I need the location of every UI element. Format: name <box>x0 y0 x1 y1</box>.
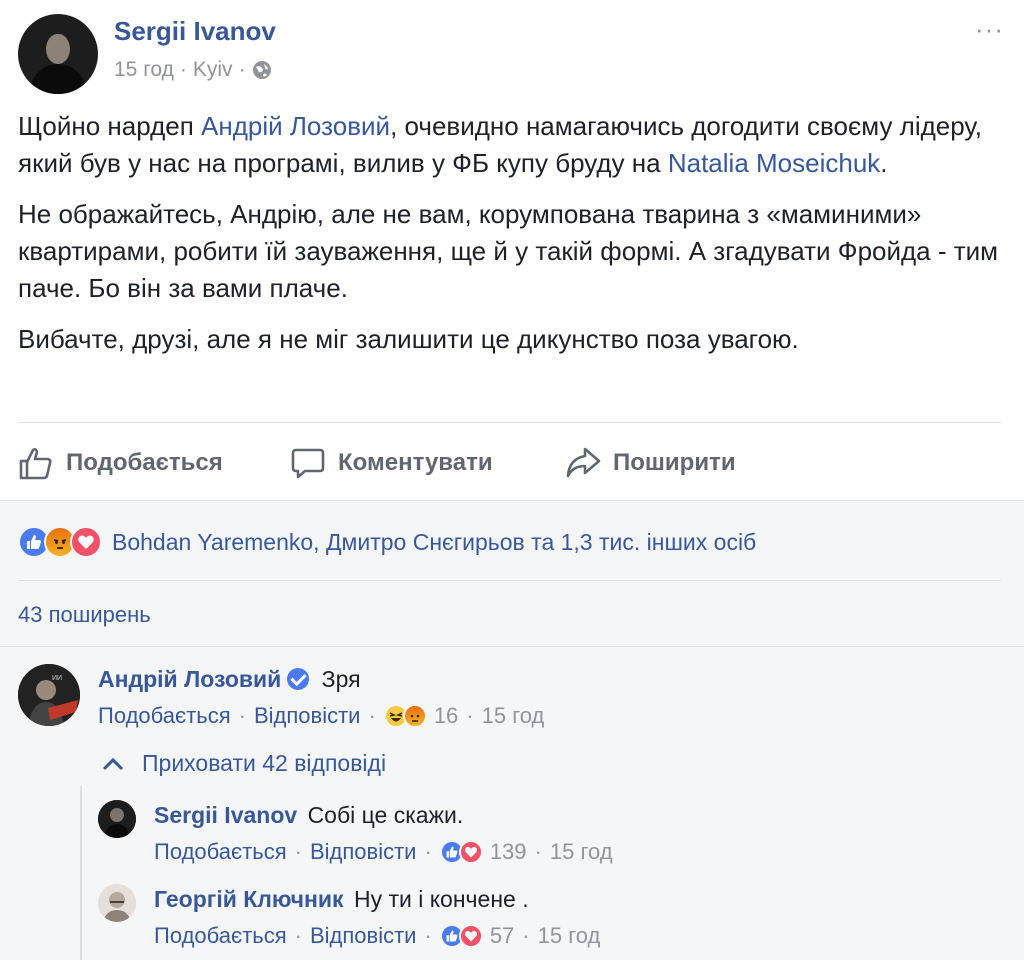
comment-line: Андрій Лозовий Зря <box>98 666 361 693</box>
reply-actions: Подобається · Відповісти · 139 · 15 год <box>154 839 613 865</box>
reply-time[interactable]: 15 год <box>538 923 601 949</box>
meta-separator: · <box>238 58 246 81</box>
love-reaction-icon <box>70 526 102 558</box>
reply-like-link[interactable]: Подобається <box>154 923 287 949</box>
like-button[interactable]: Подобається <box>18 438 290 488</box>
author-name[interactable]: Sergii Ivanov <box>114 16 276 47</box>
post-card: Sergii Ivanov 15 год · Kyiv · ··· Щойно … <box>0 0 1024 500</box>
comment-icon <box>291 448 325 479</box>
post-text: . <box>880 148 888 178</box>
reaction-count[interactable]: 16 <box>434 703 458 729</box>
separator-dot: · <box>466 703 474 728</box>
post-paragraph-1: Щойно нардеп Андрій Лозовий, очевидно на… <box>18 108 1008 182</box>
replies-thread-line <box>80 786 82 960</box>
post-meta: 15 год · Kyiv · <box>114 58 272 82</box>
comment-text: Зря <box>321 666 361 692</box>
replier-name[interactable]: Sergii Ivanov <box>154 802 297 828</box>
reply-line: Sergii Ivanov Собі це скажи. <box>154 802 463 829</box>
separator-dot: · <box>522 923 530 948</box>
reply-avatar[interactable] <box>98 800 136 838</box>
separator-dot: · <box>294 923 302 948</box>
share-button[interactable]: Поширити <box>565 438 736 488</box>
post-text: Щойно нардеп <box>18 111 202 141</box>
share-icon <box>566 447 601 478</box>
post-paragraph-2: Не ображайтесь, Андрію, але не вам, кору… <box>18 199 999 303</box>
avatar-shoulders <box>30 64 86 94</box>
reply-text: Собі це скажи. <box>307 802 464 828</box>
chevron-up-icon <box>102 757 124 770</box>
comment-label: Коментувати <box>338 449 493 476</box>
separator-dot: · <box>238 703 246 728</box>
comment-button[interactable]: Коментувати <box>290 438 565 488</box>
post-actions: Подобається Коментувати Поширити <box>18 438 1008 488</box>
comment-reply-link[interactable]: Відповісти <box>254 703 361 729</box>
divider <box>18 422 1001 423</box>
hide-replies-label: Приховати 42 відповіді <box>142 750 387 776</box>
mention-link[interactable]: Андрій Лозовий <box>201 111 390 141</box>
globe-icon[interactable] <box>252 60 272 80</box>
hide-replies-link[interactable]: Приховати 42 відповіді <box>102 750 386 777</box>
meta-separator: · <box>179 58 187 81</box>
post-time[interactable]: 15 год <box>114 58 174 82</box>
separator-dot: · <box>424 839 432 864</box>
avatar-face <box>46 34 70 64</box>
post-body: Щойно нардеп Андрій Лозовий, очевидно на… <box>18 108 1008 372</box>
reply-actions: Подобається · Відповісти · 57 · 15 год <box>154 923 600 949</box>
love-reaction-icon <box>458 840 483 864</box>
author-avatar[interactable] <box>18 14 98 94</box>
comment-time[interactable]: 15 год <box>482 703 545 729</box>
reply-line: Георгій Ключник Ну ти і кончене . <box>154 886 529 913</box>
angry-reaction-icon <box>402 704 427 728</box>
post-paragraph-3: Вибачте, друзі, але я не міг залишити це… <box>18 324 799 354</box>
like-label: Подобається <box>66 449 223 476</box>
separator-dot: · <box>424 923 432 948</box>
svg-text:ИИ: ИИ <box>52 675 62 682</box>
separator-dot: · <box>534 839 542 864</box>
post-location[interactable]: Kyiv <box>193 58 233 82</box>
replier-name[interactable]: Георгій Ключник <box>154 886 344 912</box>
love-reaction-icon <box>458 924 483 948</box>
reply-time[interactable]: 15 год <box>550 839 613 865</box>
reply-reply-link[interactable]: Відповісти <box>310 923 417 949</box>
reaction-count[interactable]: 57 <box>490 923 514 949</box>
comment-like-link[interactable]: Подобається <box>98 703 231 729</box>
reply-avatar[interactable] <box>98 884 136 922</box>
mention-link[interactable]: Natalia Moseichuk <box>668 148 880 178</box>
reply-reply-link[interactable]: Відповісти <box>310 839 417 865</box>
more-options-icon[interactable]: ··· <box>975 14 1004 45</box>
comment-avatar[interactable]: ИИ <box>18 664 80 726</box>
share-label: Поширити <box>613 449 736 476</box>
comment-actions: Подобається · Відповісти · 16 · 15 год <box>98 703 544 729</box>
shares-count[interactable]: 43 поширень <box>18 602 151 628</box>
reply-like-link[interactable]: Подобається <box>154 839 287 865</box>
separator-dot: · <box>368 703 376 728</box>
divider <box>18 580 1001 581</box>
reaction-count[interactable]: 139 <box>490 839 527 865</box>
reactions-summary[interactable]: Bohdan Yaremenko, Дмитро Снєгирьов та 1,… <box>18 526 756 558</box>
verified-badge-icon <box>287 668 310 690</box>
commenter-name[interactable]: Андрій Лозовий <box>98 666 281 692</box>
reactions-text: Bohdan Yaremenko, Дмитро Снєгирьов та 1,… <box>112 528 757 555</box>
divider <box>0 646 1024 647</box>
thumbs-up-icon <box>19 448 52 480</box>
separator-dot: · <box>294 839 302 864</box>
reply-text: Ну ти і кончене . <box>353 886 529 912</box>
